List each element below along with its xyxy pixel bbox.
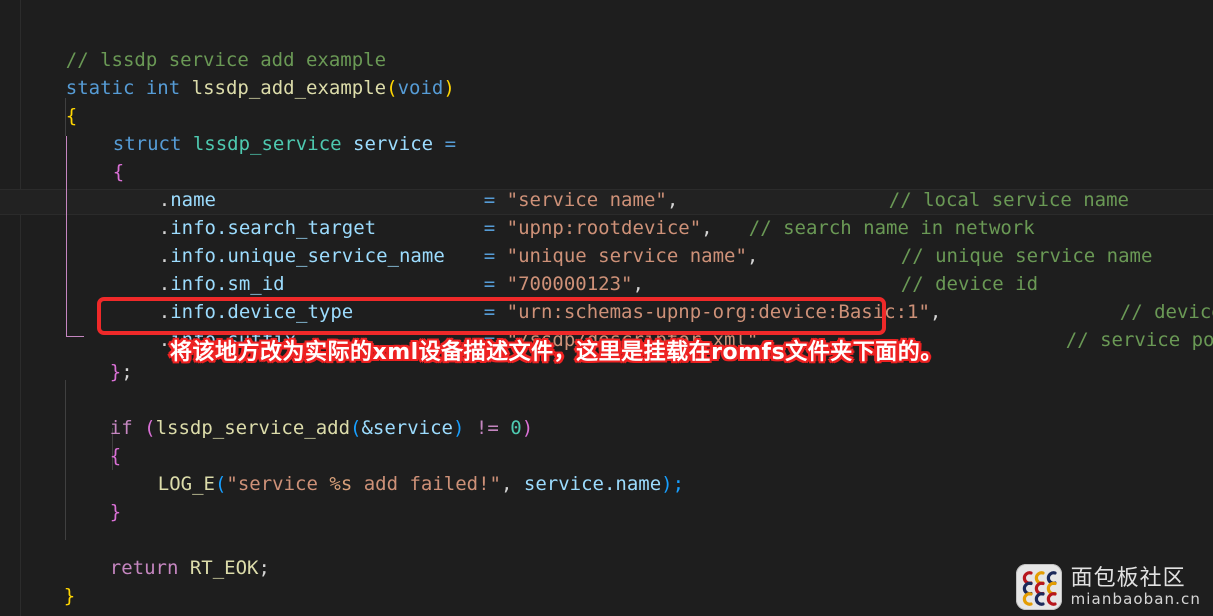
operator-assign: = <box>444 133 457 155</box>
paren-close-inner-icon: ) <box>453 417 465 439</box>
paren-open-icon: ( <box>214 473 227 495</box>
code-line-member-unique-service-name: .info.unique_service_name <box>113 214 445 267</box>
format-specifier: %s <box>329 473 353 495</box>
code-line-struct-close-brace: }; <box>64 330 133 383</box>
paren-close-icon: ) <box>443 77 455 99</box>
code-line-value-sm-id: = "700000123", <box>438 242 644 295</box>
semicolon: ; <box>121 361 133 383</box>
paren-open-icon: ( <box>386 77 398 99</box>
constant-rt-eok: RT_EOK <box>189 557 259 579</box>
keyword-return: return <box>109 557 179 579</box>
code-line-comment-sm-id: // device id <box>855 242 1038 295</box>
argument-service-name: service.name <box>523 473 662 495</box>
paren-close-semicolon: ); <box>661 473 685 495</box>
comment-token: // service port <box>1065 329 1213 351</box>
keyword-int: int <box>145 77 181 99</box>
comma: , <box>500 473 513 495</box>
code-line-function-close-brace: } <box>18 554 75 607</box>
code-line-if-statement: if (lssdp_service_add(&service) != 0) <box>64 386 533 439</box>
code-line-comment-suffix: // service port <box>1020 298 1213 351</box>
code-line-member-suffix: .info.suffix <box>113 298 296 351</box>
code-line-comment-unique-service-name: // unique service name <box>855 214 1153 267</box>
code-line-value-suffix: = "/ssdp/descriptor.xml", <box>438 298 770 351</box>
operator-not-equal: != <box>475 417 499 439</box>
string-log-part1: "service <box>226 473 330 495</box>
code-line-comment-header: // lssdp service add example <box>20 18 386 71</box>
code-line-if-close-brace: } <box>64 470 121 523</box>
code-line-return-statement: return RT_EOK; <box>64 526 270 579</box>
code-line-value-device-type: = "urn:schemas-upnp-org:device:Basic:1", <box>438 270 942 323</box>
code-line-function-open-brace: { <box>20 74 77 127</box>
watermark-domain: mianbaoban.cn <box>1070 589 1201 608</box>
mianbaoban-logo-icon <box>1015 564 1062 610</box>
watermark-text: 面包板社区 mianbaoban.cn <box>1070 565 1201 608</box>
code-line-struct-declaration: struct lssdp_service service = <box>67 102 456 155</box>
paren-close-icon: ) <box>521 417 534 439</box>
comma: , <box>746 245 759 267</box>
member-dot: . <box>158 329 171 351</box>
code-line-value-search-target: = "upnp:rootdevice", <box>438 186 713 239</box>
code-line-member-sm-id: .info.sm_id <box>113 242 285 295</box>
brace-close-struct: } <box>109 361 122 383</box>
code-line-log-error: LOG_E("service %s add failed!", service.… <box>112 442 684 495</box>
watermark: 面包板社区 mianbaoban.cn <box>1015 564 1201 610</box>
code-line-if-open-brace: { <box>64 414 121 467</box>
brace-close-if: } <box>109 501 122 523</box>
code-line-comment-search-target: // search name in network <box>703 186 1035 239</box>
watermark-site-name: 面包板社区 <box>1070 565 1186 591</box>
paren-open-icon: ( <box>144 417 156 439</box>
string-log-part2: add failed!" <box>352 473 501 495</box>
code-line-member-name: .name <box>113 158 216 211</box>
variable-service: service <box>353 133 434 155</box>
code-line-function-signature: static int lssdp_add_example(void) <box>20 46 455 99</box>
number-zero: 0 <box>510 417 522 439</box>
function-name: lssdp_add_example <box>191 77 387 99</box>
code-line-msh-cmd-export: MSH_CMD_EXPORT(lssdp_add_example, lssdp … <box>18 582 762 616</box>
code-editor-screenshot: // lssdp service add example static int … <box>0 0 1213 616</box>
code-line-comment-name: // local service name <box>843 158 1129 211</box>
code-line-comment-device-type: // device type <box>1074 270 1213 323</box>
type-lssdp-service: lssdp_service <box>192 133 342 155</box>
annotation-text: 将该地方改为实际的xml设备描述文件，这里是挂载在romfs文件夹下面的。 <box>170 340 943 365</box>
function-lssdp-service-add: lssdp_service_add <box>155 417 351 439</box>
macro-log-e: LOG_E <box>157 473 215 495</box>
argument-address-of-service: &service <box>361 417 453 439</box>
comma: , <box>929 301 942 323</box>
code-line-member-device-type: .info.device_type <box>113 270 353 323</box>
code-line-member-search-target: .info.search_target <box>113 186 376 239</box>
code-line-value-unique-service-name: = "unique service name", <box>438 214 759 267</box>
semicolon: ; <box>258 557 270 579</box>
paren-open-inner-icon: ( <box>350 417 362 439</box>
code-line-value-name: = "service name", <box>438 158 679 211</box>
code-line-struct-open-brace: { <box>67 130 124 183</box>
keyword-void: void <box>397 77 444 99</box>
